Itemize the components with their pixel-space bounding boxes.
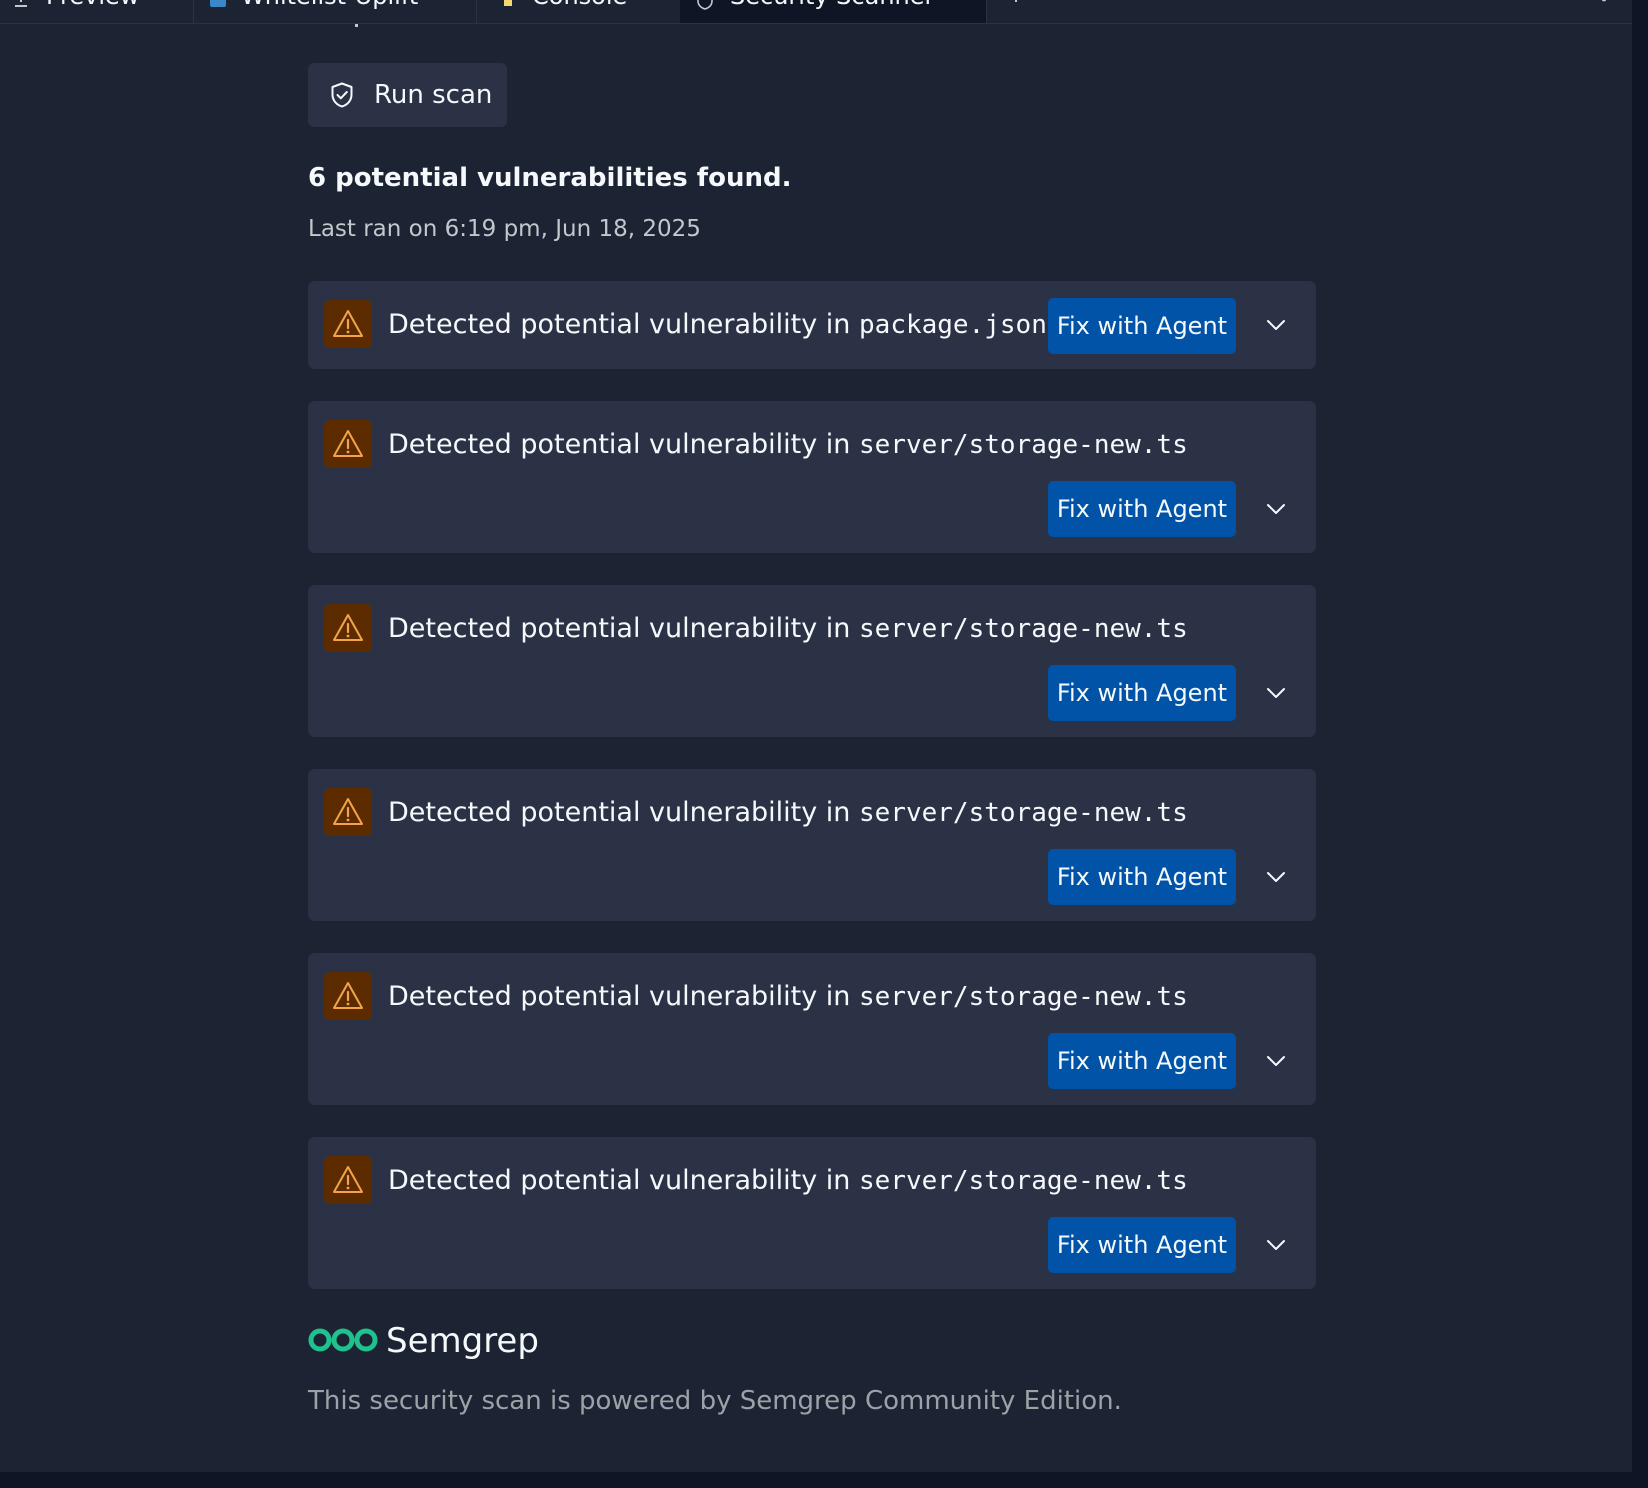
kebab-menu-icon[interactable] bbox=[1601, 0, 1607, 4]
warning-badge bbox=[324, 604, 372, 652]
semgrep-brand-name: Semgrep bbox=[386, 1321, 539, 1361]
scan-summary: 6 potential vulnerabilities found. bbox=[308, 163, 792, 193]
finding-file: package.json bbox=[859, 310, 1047, 340]
chevron-down-icon[interactable] bbox=[1262, 1047, 1290, 1075]
powered-by-note: This security scan is powered by Semgrep… bbox=[308, 1386, 1122, 1416]
warning-badge bbox=[324, 420, 372, 468]
finding-card: Detected potential vulnerability in serv… bbox=[308, 953, 1316, 1105]
fix-with-agent-button[interactable]: Fix with Agent bbox=[1048, 665, 1236, 721]
tab-preview[interactable]: Preview bbox=[0, 0, 194, 23]
fix-with-agent-button[interactable]: Fix with Agent bbox=[1048, 1217, 1236, 1273]
fix-with-agent-button[interactable]: Fix with Agent bbox=[1048, 298, 1236, 354]
warning-triangle-icon bbox=[333, 798, 363, 825]
finding-prefix: Detected potential vulnerability in bbox=[388, 797, 851, 828]
chevron-down-icon[interactable] bbox=[1262, 495, 1290, 523]
finding-file: server/storage-new.ts bbox=[859, 982, 1188, 1012]
finding-card: Detected potential vulnerability in serv… bbox=[308, 1137, 1316, 1289]
finding-file: server/storage-new.ts bbox=[859, 430, 1188, 460]
semgrep-logo-icon bbox=[308, 1328, 378, 1352]
warning-badge bbox=[324, 300, 372, 348]
tab-console-label: Console bbox=[532, 0, 627, 10]
finding-description: Detected potential vulnerability in serv… bbox=[388, 981, 1188, 1012]
scroll-indicator bbox=[355, 24, 358, 27]
warning-badge bbox=[324, 972, 372, 1020]
finding-description: Detected potential vulnerability in serv… bbox=[388, 429, 1188, 460]
warning-triangle-icon bbox=[333, 430, 363, 457]
finding-description: Detected potential vulnerability in pack… bbox=[388, 309, 1047, 340]
warning-triangle-icon bbox=[333, 310, 363, 337]
warning-badge bbox=[324, 788, 372, 836]
warning-triangle-icon bbox=[333, 614, 363, 641]
warning-badge bbox=[324, 1156, 372, 1204]
app-icon bbox=[210, 0, 226, 7]
terminal-icon bbox=[504, 0, 512, 6]
finding-card: Detected potential vulnerability in pack… bbox=[308, 281, 1316, 369]
chevron-down-icon[interactable] bbox=[1262, 679, 1290, 707]
finding-card: Detected potential vulnerability in serv… bbox=[308, 769, 1316, 921]
finding-card: Detected potential vulnerability in serv… bbox=[308, 585, 1316, 737]
tab-whitelist-uplift[interactable]: Whitelist-Uplift bbox=[193, 0, 477, 23]
finding-description: Detected potential vulnerability in serv… bbox=[388, 1165, 1188, 1196]
run-scan-label: Run scan bbox=[374, 80, 493, 110]
finding-prefix: Detected potential vulnerability in bbox=[388, 429, 851, 460]
last-ran-timestamp: Last ran on 6:19 pm, Jun 18, 2025 bbox=[308, 216, 701, 242]
fix-with-agent-button[interactable]: Fix with Agent bbox=[1048, 849, 1236, 905]
tab-bar: Preview Whitelist-Uplift Console Securit… bbox=[0, 0, 1632, 24]
tab-security-scanner[interactable]: Security Scanner bbox=[680, 0, 987, 23]
finding-card: Detected potential vulnerability in serv… bbox=[308, 401, 1316, 553]
add-tab-icon[interactable] bbox=[1010, 0, 1022, 4]
fix-with-agent-button[interactable]: Fix with Agent bbox=[1048, 481, 1236, 537]
upload-icon bbox=[15, 0, 27, 7]
finding-file: server/storage-new.ts bbox=[859, 1166, 1188, 1196]
tab-console[interactable]: Console bbox=[476, 0, 681, 23]
shield-check-icon bbox=[331, 82, 353, 108]
chevron-down-icon[interactable] bbox=[1262, 1231, 1290, 1259]
warning-triangle-icon bbox=[333, 1166, 363, 1193]
finding-description: Detected potential vulnerability in serv… bbox=[388, 797, 1188, 828]
fix-with-agent-button[interactable]: Fix with Agent bbox=[1048, 1033, 1236, 1089]
warning-triangle-icon bbox=[333, 982, 363, 1009]
finding-prefix: Detected potential vulnerability in bbox=[388, 1165, 851, 1196]
tab-whitelist-uplift-label: Whitelist-Uplift bbox=[241, 0, 418, 10]
finding-file: server/storage-new.ts bbox=[859, 798, 1188, 828]
tab-security-scanner-label: Security Scanner bbox=[730, 0, 934, 10]
finding-file: server/storage-new.ts bbox=[859, 614, 1188, 644]
finding-prefix: Detected potential vulnerability in bbox=[388, 613, 851, 644]
chevron-down-icon[interactable] bbox=[1262, 863, 1290, 891]
run-scan-button[interactable]: Run scan bbox=[308, 63, 507, 127]
chevron-down-icon[interactable] bbox=[1262, 311, 1290, 339]
finding-description: Detected potential vulnerability in serv… bbox=[388, 613, 1188, 644]
finding-prefix: Detected potential vulnerability in bbox=[388, 981, 851, 1012]
security-scanner-pane: Preview Whitelist-Uplift Console Securit… bbox=[0, 0, 1632, 1472]
finding-prefix: Detected potential vulnerability in bbox=[388, 309, 851, 340]
tab-preview-label: Preview bbox=[46, 0, 139, 10]
shield-icon bbox=[697, 0, 713, 10]
